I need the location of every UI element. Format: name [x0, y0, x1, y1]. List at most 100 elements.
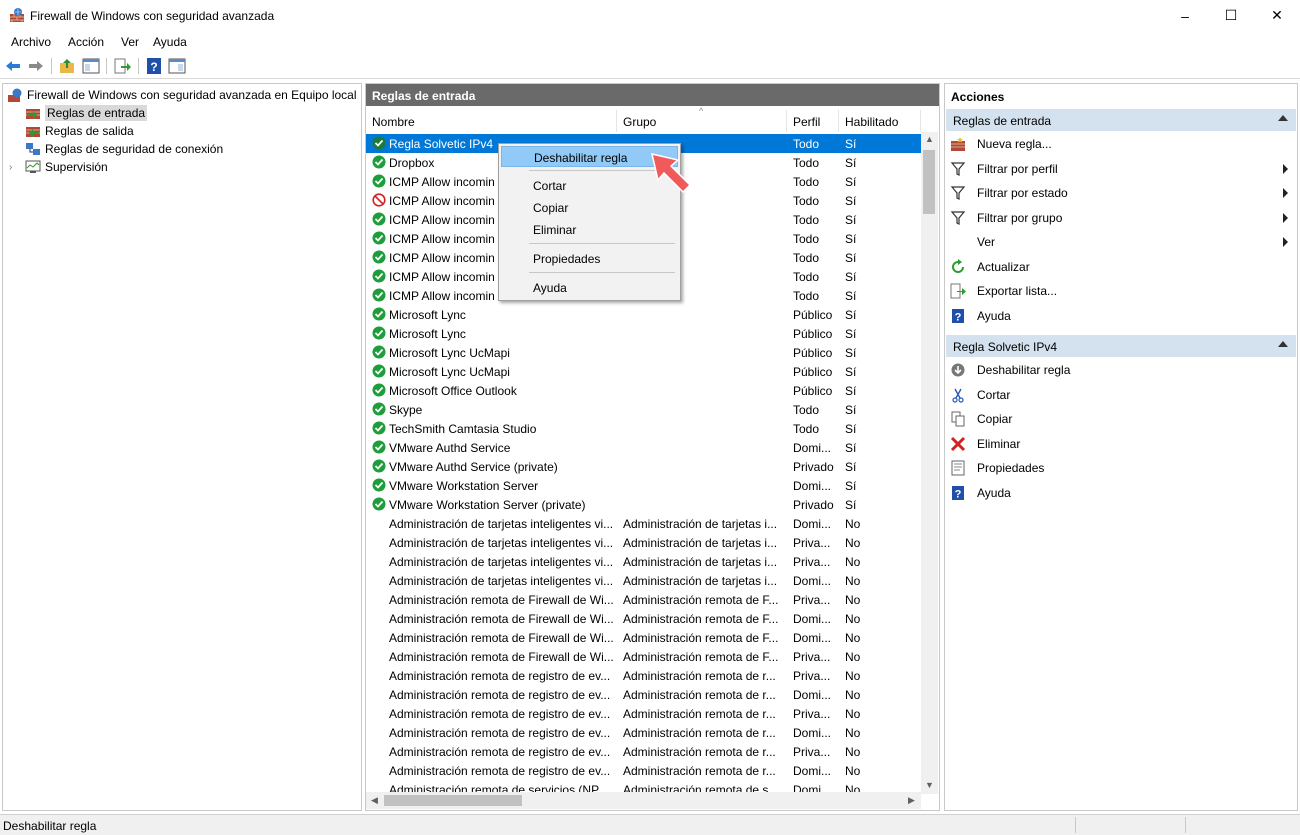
table-row[interactable]: VMware Workstation Server Domi... Sí — [366, 476, 921, 495]
scroll-down-arrow-icon[interactable]: ▼ — [925, 780, 934, 790]
menu-archivo[interactable]: Archivo — [11, 35, 51, 49]
section-header-label: Reglas de entrada — [953, 114, 1052, 128]
vertical-scroll-thumb[interactable] — [923, 150, 935, 214]
table-row[interactable]: VMware Authd Service Domi... Sí — [366, 438, 921, 457]
table-row[interactable]: Administración remota de Firewall de Wi.… — [366, 647, 921, 666]
table-row[interactable]: Microsoft Office Outlook Público Sí — [366, 381, 921, 400]
actions-section-reglas-entrada[interactable]: Reglas de entrada — [946, 109, 1296, 131]
help-icon[interactable]: ? — [145, 57, 163, 75]
table-row[interactable]: Microsoft Lync UcMapi Público Sí — [366, 362, 921, 381]
rule-enabled: Sí — [845, 384, 857, 398]
table-row[interactable]: VMware Workstation Server (private) Priva… — [366, 495, 921, 514]
rule-profile: Todo — [793, 422, 820, 436]
action-cortar[interactable]: Cortar — [949, 385, 1294, 405]
connection-security-icon — [26, 143, 40, 155]
action-deshabilitar-regla[interactable]: Deshabilitar regla — [949, 360, 1294, 380]
table-row[interactable]: Administración de tarjetas inteligentes … — [366, 533, 921, 552]
table-row[interactable]: Administración remota de Firewall de Wi.… — [366, 590, 921, 609]
tree-item-reglas-salida[interactable]: Reglas de salida — [25, 122, 134, 140]
menu-ayuda[interactable]: Ayuda — [153, 35, 187, 49]
rule-group: Administración remota de F... — [623, 612, 779, 626]
table-row[interactable]: Administración remota de Firewall de Wi.… — [366, 628, 921, 647]
table-row[interactable]: TechSmith Camtasia Studio Todo Sí — [366, 419, 921, 438]
new-rule-icon — [951, 137, 965, 151]
vertical-scrollbar[interactable]: ▲ ▼ — [921, 132, 938, 794]
table-row[interactable]: Administración de tarjetas inteligentes … — [366, 514, 921, 533]
action-label: Filtrar por perfil — [977, 161, 1058, 176]
action-eliminar[interactable]: Eliminar — [949, 434, 1294, 454]
action-copiar[interactable]: Copiar — [949, 409, 1294, 429]
table-row[interactable]: Skype Todo Sí — [366, 400, 921, 419]
column-header-habilitado[interactable]: Habilitado — [839, 110, 921, 132]
menu-accion[interactable]: Acción — [68, 35, 104, 49]
show-hide-tree-icon[interactable] — [82, 57, 100, 75]
enabled-check-icon — [372, 250, 386, 264]
rule-profile: Privado — [793, 460, 834, 474]
action-filtrar-por-estado[interactable]: Filtrar por estado — [949, 183, 1294, 203]
ctx-eliminar[interactable]: Eliminar — [501, 219, 678, 240]
table-row[interactable]: Administración de tarjetas inteligentes … — [366, 571, 921, 590]
scroll-left-arrow-icon[interactable]: ◀ — [371, 795, 378, 806]
table-row[interactable]: Administración remota de Firewall de Wi.… — [366, 609, 921, 628]
ctx-copiar[interactable]: Copiar — [501, 197, 678, 218]
actions-section-regla-solvetic[interactable]: Regla Solvetic IPv4 — [946, 335, 1296, 357]
table-row[interactable]: Administración remota de registro de ev.… — [366, 761, 921, 780]
back-arrow-icon[interactable] — [4, 57, 22, 75]
rule-name: Administración remota de Firewall de Wi.… — [389, 631, 614, 645]
ctx-ayuda[interactable]: Ayuda — [501, 277, 678, 298]
table-row[interactable]: Administración remota de registro de ev.… — [366, 666, 921, 685]
tree-root[interactable]: Firewall de Windows con seguridad avanza… — [7, 86, 357, 104]
action-ver[interactable]: Ver — [949, 232, 1294, 252]
table-row[interactable]: Microsoft Lync Público Sí — [366, 324, 921, 343]
table-row[interactable]: Administración remota de registro de ev.… — [366, 742, 921, 761]
action-ayuda[interactable]: ? Ayuda — [949, 306, 1294, 326]
up-folder-icon[interactable] — [58, 57, 76, 75]
close-button[interactable]: ✕ — [1254, 0, 1300, 31]
table-row[interactable]: Administración remota de registro de ev.… — [366, 723, 921, 742]
rule-group: Administración remota de r... — [623, 669, 776, 683]
firewall-globe-icon — [8, 88, 22, 102]
minimize-button[interactable]: – — [1162, 0, 1208, 31]
maximize-button[interactable]: ☐ — [1208, 0, 1254, 31]
table-row[interactable]: Microsoft Lync Público Sí — [366, 305, 921, 324]
export-list-icon[interactable] — [113, 57, 131, 75]
table-row[interactable]: Administración de tarjetas inteligentes … — [366, 552, 921, 571]
table-row[interactable]: Administración remota de registro de ev.… — [366, 704, 921, 723]
tree-item-supervision[interactable]: › Supervisión — [9, 158, 108, 176]
table-row[interactable]: Administración remota de registro de ev.… — [366, 685, 921, 704]
scroll-right-arrow-icon[interactable]: ▶ — [908, 795, 915, 806]
horizontal-scroll-thumb[interactable] — [384, 795, 522, 806]
action-label: Ayuda — [977, 308, 1011, 323]
action-propiedades[interactable]: Propiedades — [949, 458, 1294, 478]
horizontal-scrollbar[interactable]: ◀ ▶ — [366, 792, 921, 809]
column-header-nombre[interactable]: Nombre — [366, 110, 617, 132]
menu-ver[interactable]: Ver — [121, 35, 139, 49]
action-filtrar-por-grupo[interactable]: Filtrar por grupo — [949, 208, 1294, 228]
collapse-triangle-icon[interactable] — [1278, 115, 1288, 121]
action-label: Filtrar por estado — [977, 186, 1068, 200]
action-nueva-regla[interactable]: Nueva regla... — [949, 134, 1294, 154]
action-filtrar-por-perfil[interactable]: Filtrar por perfil — [949, 159, 1294, 179]
help-icon: ? — [952, 308, 964, 323]
action-label: Copiar — [977, 412, 1013, 426]
rule-name: VMware Authd Service — [389, 441, 511, 455]
table-row[interactable]: Microsoft Lync UcMapi Público Sí — [366, 343, 921, 362]
action-pane-icon[interactable] — [168, 57, 186, 75]
tree-item-reglas-entrada[interactable]: Reglas de entrada — [25, 104, 148, 122]
action-exportar-lista[interactable]: Exportar lista... — [949, 281, 1294, 301]
action-actualizar[interactable]: Actualizar — [949, 257, 1294, 277]
expand-chevron-icon[interactable]: › — [9, 162, 21, 173]
action-label: Cortar — [977, 387, 1011, 402]
enabled-check-icon — [372, 440, 386, 454]
table-row[interactable]: VMware Authd Service (private) Privado Sí — [366, 457, 921, 476]
forward-arrow-icon[interactable] — [27, 57, 45, 75]
rule-enabled: Sí — [845, 270, 857, 284]
scroll-up-arrow-icon[interactable]: ▲ — [925, 134, 934, 144]
tree-item-reglas-seguridad[interactable]: Reglas de seguridad de conexión — [25, 140, 223, 158]
column-header-perfil[interactable]: Perfil — [787, 110, 839, 132]
ctx-propiedades[interactable]: Propiedades — [501, 248, 678, 269]
rule-enabled: No — [845, 517, 861, 531]
collapse-triangle-icon[interactable] — [1278, 341, 1288, 347]
action-ayuda[interactable]: ? Ayuda — [949, 483, 1294, 503]
enabled-check-icon — [372, 269, 386, 283]
